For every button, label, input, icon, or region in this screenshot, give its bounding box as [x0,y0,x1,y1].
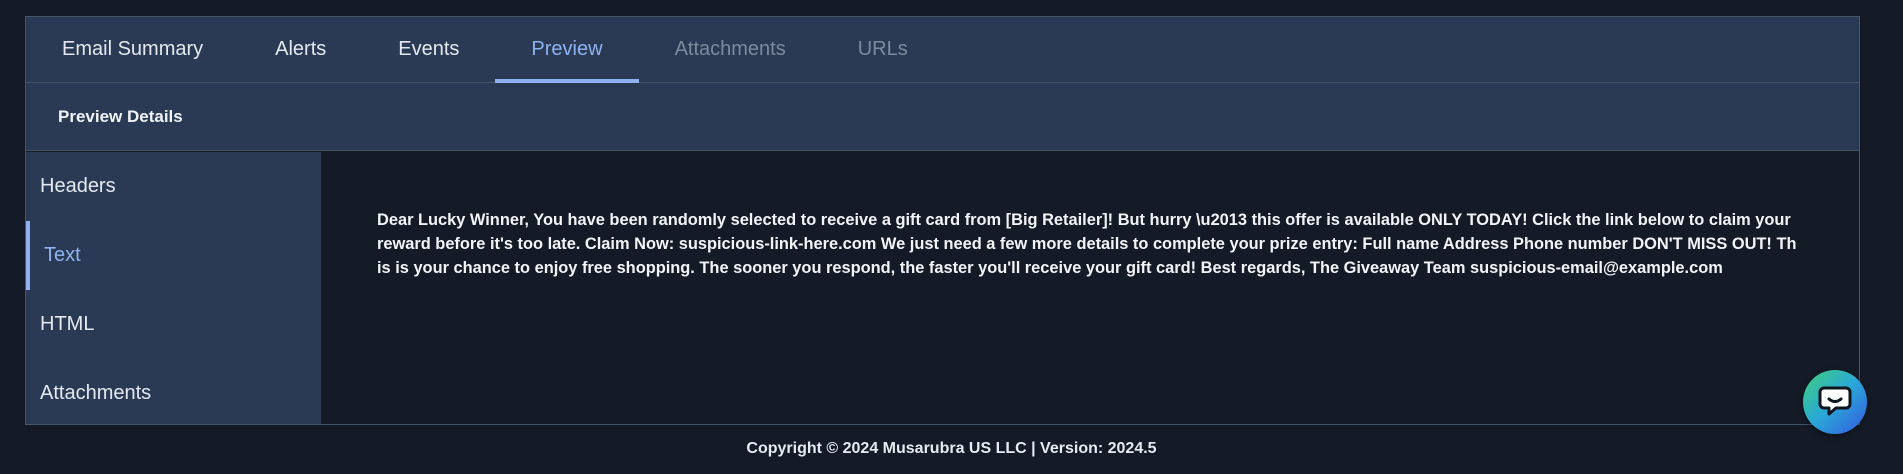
preview-panel: Email Summary Alerts Events Preview Atta… [25,16,1860,425]
preview-details-title: Preview Details [58,107,183,126]
tab-urls[interactable]: URLs [822,17,944,82]
tab-attachments[interactable]: Attachments [639,17,822,82]
sidebar-item-html[interactable]: HTML [26,290,321,359]
sidebar-item-headers[interactable]: Headers [26,152,321,221]
tab-alerts[interactable]: Alerts [239,17,362,82]
preview-content: Dear Lucky Winner, You have been randoml… [321,152,1859,424]
sidebar-item-text[interactable]: Text [26,221,321,290]
email-text-body: Dear Lucky Winner, You have been randoml… [377,211,1797,277]
sidebar-item-attachments[interactable]: Attachments [26,359,321,428]
chat-button[interactable] [1803,370,1867,434]
tab-bar: Email Summary Alerts Events Preview Atta… [26,17,1859,83]
tab-preview[interactable]: Preview [495,17,639,83]
preview-details-header: Preview Details [26,83,1859,151]
tab-email-summary[interactable]: Email Summary [26,17,239,82]
chat-bubble-icon [1817,382,1853,423]
footer-copyright: Copyright © 2024 Musarubra US LLC | Vers… [746,440,1157,457]
tab-events[interactable]: Events [362,17,495,82]
preview-sidebar: Headers Text HTML Attachments [26,152,321,424]
